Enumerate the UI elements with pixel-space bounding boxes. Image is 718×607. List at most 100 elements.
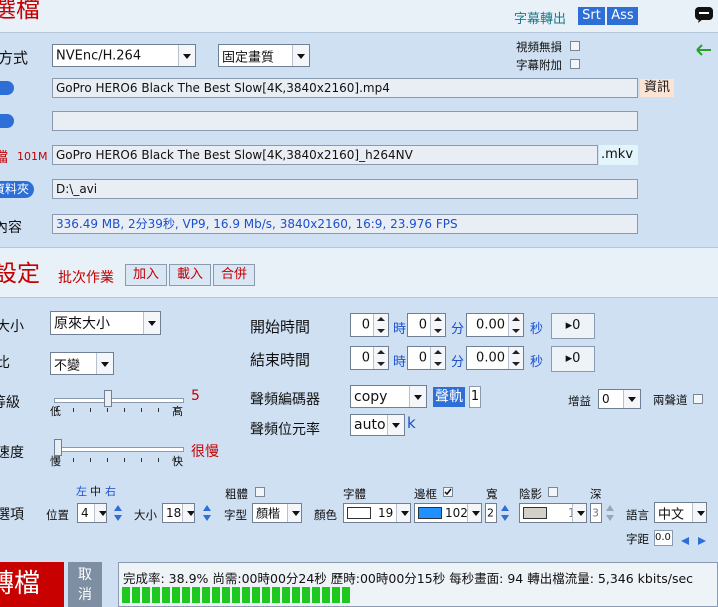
chevron-down-icon xyxy=(143,312,160,334)
grade-tick xyxy=(141,408,142,412)
grade-tick xyxy=(90,408,91,412)
start-minute-spinner[interactable]: 0 xyxy=(407,313,446,337)
quality-mode-select[interactable]: 固定畫質 xyxy=(218,44,310,67)
progress-bar xyxy=(122,587,712,603)
position-label: 位置 xyxy=(46,508,69,522)
grade-value: 5 xyxy=(191,388,200,404)
cancel-button[interactable]: 取消 xyxy=(68,562,102,607)
encoder-select[interactable]: NVEnc/H.264 xyxy=(52,44,196,67)
output-extension[interactable]: .mkv xyxy=(599,145,638,165)
audio-bitrate-select[interactable]: auto xyxy=(350,414,405,436)
speed-slider-track[interactable] xyxy=(54,447,184,452)
audio-codec-label: 聲頻編碼器 xyxy=(250,392,320,408)
depth-label: 深 xyxy=(590,487,602,501)
end-second-spinner[interactable]: 0.00 xyxy=(466,346,524,370)
second-file-field[interactable] xyxy=(52,111,638,131)
spacing-decrease-icon[interactable] xyxy=(680,534,690,545)
border-color-select[interactable]: 102 xyxy=(414,503,482,523)
align-center-label[interactable]: 中 xyxy=(90,483,101,499)
source-file-field[interactable]: GoPro HERO6 Black The Best Slow[4K,3840x… xyxy=(52,78,638,98)
size-select[interactable]: 原來大小 xyxy=(50,311,161,335)
hour-unit: 時 xyxy=(393,355,407,370)
color-label: 顏色 xyxy=(314,508,337,522)
progress-fill xyxy=(122,587,352,603)
speed-tick xyxy=(107,458,108,462)
dual-channel-checkbox[interactable] xyxy=(693,394,703,404)
batch-label: 批次作業 xyxy=(58,270,114,286)
spacing-label: 字距 xyxy=(626,532,649,546)
chevron-down-icon xyxy=(292,45,309,66)
audio-track-label: 聲軌 xyxy=(433,387,465,407)
batch-add-button[interactable]: 加入 xyxy=(125,264,167,286)
start-second-spinner[interactable]: 0.00 xyxy=(466,313,524,337)
text-color-select[interactable]: 19 xyxy=(343,503,411,523)
language-select[interactable]: 中文 xyxy=(654,502,707,523)
align-left-label[interactable]: 左 xyxy=(76,483,87,499)
second-unit: 秒 xyxy=(530,322,544,337)
video-lossless-label: 視頻無損 xyxy=(516,40,562,54)
batch-merge-button[interactable]: 合併 xyxy=(213,264,255,286)
shadow-color-select[interactable]: 1 xyxy=(519,503,587,523)
speed-tick xyxy=(141,458,142,462)
grade-tick xyxy=(124,408,125,412)
size-label: 大小 xyxy=(0,319,24,335)
dual-channel-label: 兩聲道 xyxy=(653,393,688,407)
subtitle-options-label: 選項 xyxy=(0,507,24,523)
set-end-time-button[interactable]: ▸0 xyxy=(551,346,595,372)
end-minute-spinner[interactable]: 0 xyxy=(407,346,446,370)
spacing-increase-icon[interactable] xyxy=(697,534,707,545)
srt-export-button[interactable]: Srt xyxy=(578,7,605,25)
border-checkbox[interactable] xyxy=(443,487,453,497)
grade-high-label: 高 xyxy=(172,405,183,418)
subtitle-attach-checkbox[interactable] xyxy=(570,59,580,69)
hour-unit: 時 xyxy=(393,322,407,337)
depth-select[interactable]: 3 xyxy=(590,503,602,523)
grade-slider-track[interactable] xyxy=(54,398,184,403)
text-color-swatch xyxy=(347,507,371,519)
chat-bubble-icon[interactable] xyxy=(694,6,714,24)
minute-unit: 分 xyxy=(451,322,465,337)
output-file-field[interactable]: GoPro HERO6 Black The Best Slow[4K,3840x… xyxy=(52,145,598,165)
bold-checkbox[interactable] xyxy=(255,487,265,497)
font-select[interactable]: 顏楷 xyxy=(252,503,302,523)
speed-low-label: 慢 xyxy=(50,455,61,468)
align-right-label[interactable]: 右 xyxy=(105,483,116,499)
width-label: 寬 xyxy=(486,487,498,501)
audio-track-value[interactable]: 1 xyxy=(469,386,481,408)
audio-bitrate-unit: k xyxy=(407,414,416,432)
ass-export-button[interactable]: Ass xyxy=(607,7,638,25)
position-select[interactable]: 4 xyxy=(77,503,107,523)
grade-slider-handle[interactable] xyxy=(104,390,113,407)
audio-codec-select[interactable]: copy xyxy=(350,385,427,408)
video-lossless-checkbox[interactable] xyxy=(570,41,580,51)
start-hour-spinner[interactable]: 0 xyxy=(350,313,389,337)
shadow-checkbox[interactable] xyxy=(548,487,558,497)
set-start-time-button[interactable]: ▸0 xyxy=(551,313,595,339)
shadow-color-swatch xyxy=(523,507,547,519)
font-size-updown-icon[interactable] xyxy=(202,503,212,523)
speed-tick xyxy=(158,458,159,462)
status-text: 完成率: 38.9% 尚需:00時00分24秒 歷時:00時00分15秒 每秒畫… xyxy=(123,571,694,586)
folder-field[interactable]: D:\_avi xyxy=(52,179,638,199)
chevron-down-icon xyxy=(287,504,301,522)
grade-tick xyxy=(107,408,108,412)
end-hour-spinner[interactable]: 0 xyxy=(350,346,389,370)
position-updown-icon[interactable] xyxy=(113,503,123,523)
depth-updown-icon[interactable] xyxy=(605,503,615,523)
content-info-field: 336.49 MB, 2分39秒, VP9, 16.9 Mb/s, 3840x2… xyxy=(52,214,638,234)
method-label: 方式 xyxy=(0,49,29,67)
font-size-select[interactable]: 18 xyxy=(162,503,195,523)
output-label-fragment: 檔 xyxy=(0,150,8,166)
ratio-select[interactable]: 不變 xyxy=(50,352,114,375)
convert-button[interactable]: 轉檔 xyxy=(0,562,64,607)
batch-load-button[interactable]: 載入 xyxy=(169,264,211,286)
minute-unit: 分 xyxy=(451,355,465,370)
arrow-left-icon[interactable] xyxy=(696,44,712,56)
spacing-field[interactable]: 0.0 xyxy=(654,530,673,546)
width-updown-icon[interactable] xyxy=(500,503,510,523)
chevron-down-icon xyxy=(182,504,194,522)
width-select[interactable]: 2 xyxy=(485,503,497,523)
gain-select[interactable]: 0 xyxy=(598,389,641,409)
info-button[interactable]: 資訊 xyxy=(640,79,674,97)
chevron-down-icon xyxy=(396,504,410,522)
